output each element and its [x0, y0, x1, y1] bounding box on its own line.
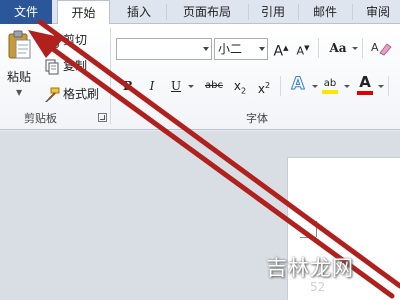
- superscript-button[interactable]: x2: [256, 76, 272, 96]
- font-color-label: A: [359, 73, 371, 91]
- grow-font-label: A: [273, 43, 284, 60]
- tab-divider: [248, 4, 249, 20]
- change-case-label: Aa: [329, 41, 347, 55]
- bold-button[interactable]: B: [120, 76, 136, 96]
- tab-home[interactable]: 开始: [57, 0, 110, 25]
- tab-divider: [352, 4, 353, 20]
- chevron-down-icon[interactable]: [378, 85, 384, 88]
- chevron-down-icon[interactable]: [352, 47, 358, 50]
- font-name-combobox[interactable]: [116, 38, 212, 60]
- copy-label: 复制: [63, 59, 88, 73]
- toolbar-divider: [318, 38, 319, 58]
- font-group-label: 字体: [246, 112, 268, 125]
- paintbrush-icon: [45, 87, 60, 102]
- cut-button[interactable]: 剪切: [44, 30, 87, 50]
- clipboard-group-label: 剪贴板: [24, 112, 57, 125]
- superscript-label: x: [257, 82, 265, 96]
- watermark-main-text: 吉林龙网: [266, 256, 354, 280]
- chevron-down-icon[interactable]: [188, 85, 194, 88]
- shrink-font-label: A: [296, 44, 305, 58]
- paste-label: 粘贴: [7, 70, 32, 84]
- underline-button[interactable]: U: [168, 76, 184, 96]
- copy-button[interactable]: 复制: [44, 56, 87, 76]
- change-case-button[interactable]: Aa: [326, 38, 350, 58]
- cut-label: 剪切: [63, 33, 88, 47]
- clipboard-dialog-launcher-icon[interactable]: [98, 113, 107, 122]
- chevron-down-icon[interactable]: [259, 47, 265, 51]
- group-divider: [110, 28, 111, 124]
- svg-text:A: A: [371, 41, 379, 54]
- highlight-button[interactable]: ab: [320, 74, 340, 94]
- paste-button[interactable]: 粘贴 ▼: [4, 30, 34, 104]
- toolbar-divider: [280, 76, 281, 96]
- watermark: 吉林龙网 52: [262, 252, 400, 300]
- subscript-label: x: [233, 79, 241, 93]
- tab-review[interactable]: 审阅: [356, 0, 400, 24]
- scissors-icon: [44, 34, 60, 48]
- tab-references[interactable]: 引用: [252, 0, 294, 24]
- font-color-button[interactable]: A: [356, 72, 374, 95]
- font-size-value: 小二: [218, 42, 243, 56]
- font-size-combobox[interactable]: 小二: [214, 38, 268, 60]
- format-painter-label: 格式刷: [63, 87, 100, 101]
- strikethrough-button[interactable]: abc: [202, 76, 226, 96]
- chevron-down-icon[interactable]: [344, 85, 350, 88]
- highlight-color-swatch: [322, 90, 338, 94]
- tab-insert[interactable]: 插入: [116, 0, 162, 24]
- tab-divider: [166, 4, 167, 20]
- italic-button[interactable]: I: [144, 76, 160, 96]
- tab-file[interactable]: 文件: [0, 0, 52, 24]
- shrink-font-button[interactable]: A▼: [294, 38, 312, 58]
- chevron-down-icon[interactable]: [203, 47, 209, 51]
- tab-divider: [298, 4, 299, 20]
- highlight-label: ab: [323, 78, 337, 89]
- clear-formatting-icon[interactable]: A: [370, 39, 392, 57]
- clipboard-icon: [8, 30, 31, 59]
- chevron-down-icon[interactable]: ▼: [16, 88, 22, 97]
- copy-icon: [45, 59, 59, 74]
- watermark-sub-text: 52: [310, 280, 326, 294]
- tab-mailings[interactable]: 邮件: [302, 0, 348, 24]
- font-color-swatch: [357, 91, 373, 95]
- tab-page-layout[interactable]: 页面布局: [170, 0, 244, 24]
- toolbar-divider: [388, 76, 389, 96]
- margin-corner-mark: [316, 221, 317, 237]
- ribbon-home: 粘贴 ▼ 剪切 复制 格式刷 剪贴板 小二 A▲ A▼ Aa A B I U a…: [0, 24, 400, 130]
- format-painter-button[interactable]: 格式刷: [44, 84, 99, 104]
- text-effects-button[interactable]: A: [288, 74, 308, 95]
- chevron-down-icon[interactable]: [312, 85, 318, 88]
- ribbon-tab-bar: 文件 开始 插入 页面布局 引用 邮件 审阅: [0, 0, 400, 25]
- margin-corner-mark: [300, 237, 316, 238]
- subscript-button[interactable]: x2: [232, 76, 248, 96]
- grow-font-button[interactable]: A▲: [272, 38, 290, 60]
- toolbar-divider: [362, 38, 363, 58]
